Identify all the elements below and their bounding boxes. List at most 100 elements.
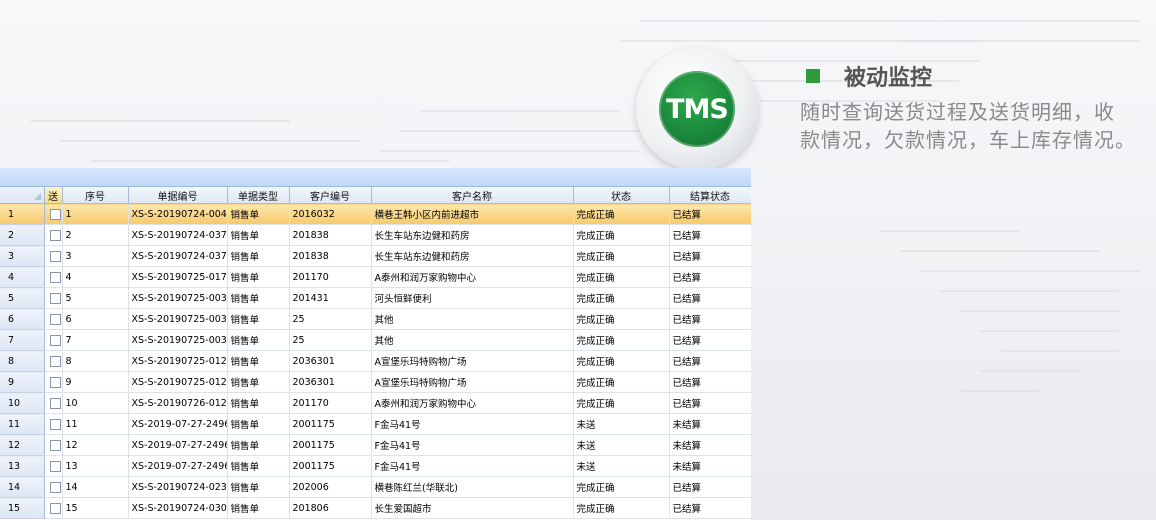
send-checkbox[interactable] (49, 250, 61, 262)
send-checkbox-cell[interactable] (44, 203, 63, 225)
column-header-seq[interactable]: 序号 (62, 187, 129, 204)
send-checkbox-cell[interactable] (44, 434, 63, 456)
cell-settle-status: 已结算 (669, 224, 751, 246)
row-number[interactable]: 7 (0, 329, 45, 351)
cell-customer-no: 201838 (289, 245, 372, 267)
row-number[interactable]: 13 (0, 455, 45, 477)
send-checkbox[interactable] (49, 376, 61, 388)
table-row[interactable]: 4 4 XS-S-20190725-0177 销售单 201170 A泰州和润万家购物中心… (0, 266, 751, 288)
table-row[interactable]: 9 9 XS-S-20190725-0124 销售单 2036301 A宣堡乐玛特购物广场… (0, 371, 751, 393)
send-checkbox-cell[interactable] (44, 266, 63, 288)
column-header-settle-status[interactable]: 结算状态 (669, 187, 751, 204)
cell-doc-type: 销售单 (227, 224, 290, 246)
grid-corner-select-all[interactable] (0, 187, 45, 204)
column-header-doc-no[interactable]: 单据编号 (128, 187, 228, 204)
cell-settle-status: 已结算 (669, 350, 751, 372)
cell-seq: 1 (62, 203, 129, 225)
send-checkbox-cell[interactable] (44, 308, 63, 330)
row-number[interactable]: 8 (0, 350, 45, 372)
row-number[interactable]: 15 (0, 497, 45, 519)
send-checkbox[interactable] (49, 229, 61, 241)
cell-customer-name: 河头恒鲜便利 (371, 287, 574, 309)
send-checkbox[interactable] (49, 292, 61, 304)
cell-doc-no: XS-S-20190724-0044 (128, 203, 228, 225)
cell-doc-type: 销售单 (227, 455, 290, 477)
cell-doc-type: 销售单 (227, 392, 290, 414)
cell-settle-status: 已结算 (669, 266, 751, 288)
send-checkbox[interactable] (49, 418, 61, 430)
row-number[interactable]: 11 (0, 413, 45, 435)
cell-customer-no: 202006 (289, 476, 372, 498)
row-number[interactable]: 10 (0, 392, 45, 414)
table-row[interactable]: 14 14 XS-S-20190724-0237 销售单 202006 横巷陈红兰(华联北… (0, 476, 751, 498)
green-square-bullet-icon (806, 69, 820, 83)
cell-customer-name: A宣堡乐玛特购物广场 (371, 350, 574, 372)
map-stripe (620, 40, 980, 42)
send-checkbox-cell[interactable] (44, 497, 63, 519)
table-row[interactable]: 1 1 XS-S-20190724-0044 销售单 2016032 横巷王韩小区内前进超… (0, 203, 751, 225)
send-checkbox-cell[interactable] (44, 455, 63, 477)
table-row[interactable]: 6 6 XS-S-20190725-0035 销售单 25 其他 完成正确 已结算 (0, 308, 751, 330)
map-stripe (940, 290, 1120, 292)
table-row[interactable]: 10 10 XS-S-20190726-0123 销售单 201170 A泰州和润万家购物… (0, 392, 751, 414)
table-row[interactable]: 2 2 XS-S-20190724-0372 销售单 201838 长生车站东边健和药房完… (0, 224, 751, 246)
cell-doc-no: XS-S-20190724-0372 (128, 224, 228, 246)
map-stripe (940, 20, 1140, 22)
feature-title: 被动监控 (844, 66, 933, 91)
send-checkbox-cell[interactable] (44, 287, 63, 309)
send-checkbox[interactable] (49, 502, 61, 514)
column-header-send[interactable]: 送 (44, 187, 63, 204)
tms-logo-text: TMS (666, 93, 729, 125)
send-checkbox[interactable] (49, 397, 61, 409)
send-checkbox[interactable] (49, 334, 61, 346)
send-checkbox-cell[interactable] (44, 476, 63, 498)
table-row[interactable]: 3 3 XS-S-20190724-0373 销售单 201838 长生车站东边健和药房完… (0, 245, 751, 267)
map-stripe (60, 140, 360, 142)
cell-settle-status: 已结算 (669, 245, 751, 267)
send-checkbox[interactable] (49, 355, 61, 367)
column-header-doc-type[interactable]: 单据类型 (227, 187, 290, 204)
cell-status: 完成正确 (573, 203, 670, 225)
table-row[interactable]: 7 7 XS-S-20190725-0036 销售单 25 其他 完成正确 已结算 (0, 329, 751, 351)
row-number[interactable]: 1 (0, 203, 45, 225)
send-checkbox[interactable] (49, 481, 61, 493)
send-checkbox-cell[interactable] (44, 392, 63, 414)
column-header-customer-no[interactable]: 客户编号 (289, 187, 372, 204)
send-checkbox-cell[interactable] (44, 329, 63, 351)
send-checkbox[interactable] (49, 460, 61, 472)
send-checkbox-cell[interactable] (44, 245, 63, 267)
table-row[interactable]: 15 15 XS-S-20190724-0302 销售单 201806 长生爱国超市 完成正… (0, 497, 751, 519)
table-row[interactable]: 12 12 XS-2019-07-27-24966 销售单 2001175 F金马41号未… (0, 434, 751, 456)
column-header-customer-name[interactable]: 客户名称 (371, 187, 574, 204)
table-row[interactable]: 11 11 XS-2019-07-27-24965 销售单 2001175 F金马41号未… (0, 413, 751, 435)
table-row[interactable]: 13 13 XS-2019-07-27-24968 销售单 2001175 F金马41号未… (0, 455, 751, 477)
column-header-status[interactable]: 状态 (573, 187, 670, 204)
table-row[interactable]: 5 5 XS-S-20190725-0033 销售单 201431 河头恒鲜便利 完成正确已… (0, 287, 751, 309)
cell-status: 完成正确 (573, 497, 670, 519)
map-stripe (900, 250, 1100, 252)
send-checkbox-cell[interactable] (44, 413, 63, 435)
row-number[interactable]: 9 (0, 371, 45, 393)
cell-doc-no: XS-2019-07-27-24966 (128, 434, 228, 456)
cell-settle-status: 已结算 (669, 203, 751, 225)
send-checkbox-cell[interactable] (44, 371, 63, 393)
cell-customer-no: 2001175 (289, 455, 372, 477)
send-checkbox[interactable] (49, 313, 61, 325)
row-number[interactable]: 5 (0, 287, 45, 309)
cell-settle-status: 未结算 (669, 413, 751, 435)
send-checkbox[interactable] (49, 208, 61, 220)
row-number[interactable]: 14 (0, 476, 45, 498)
send-checkbox[interactable] (49, 439, 61, 451)
send-checkbox[interactable] (49, 271, 61, 283)
row-number[interactable]: 4 (0, 266, 45, 288)
row-number[interactable]: 12 (0, 434, 45, 456)
row-number[interactable]: 2 (0, 224, 45, 246)
send-checkbox-cell[interactable] (44, 224, 63, 246)
table-row[interactable]: 8 8 XS-S-20190725-0123 销售单 2036301 A宣堡乐玛特购物广场… (0, 350, 751, 372)
row-number[interactable]: 6 (0, 308, 45, 330)
send-checkbox-cell[interactable] (44, 350, 63, 372)
cell-doc-type: 销售单 (227, 434, 290, 456)
cell-customer-no: 2001175 (289, 434, 372, 456)
cell-settle-status: 已结算 (669, 329, 751, 351)
row-number[interactable]: 3 (0, 245, 45, 267)
